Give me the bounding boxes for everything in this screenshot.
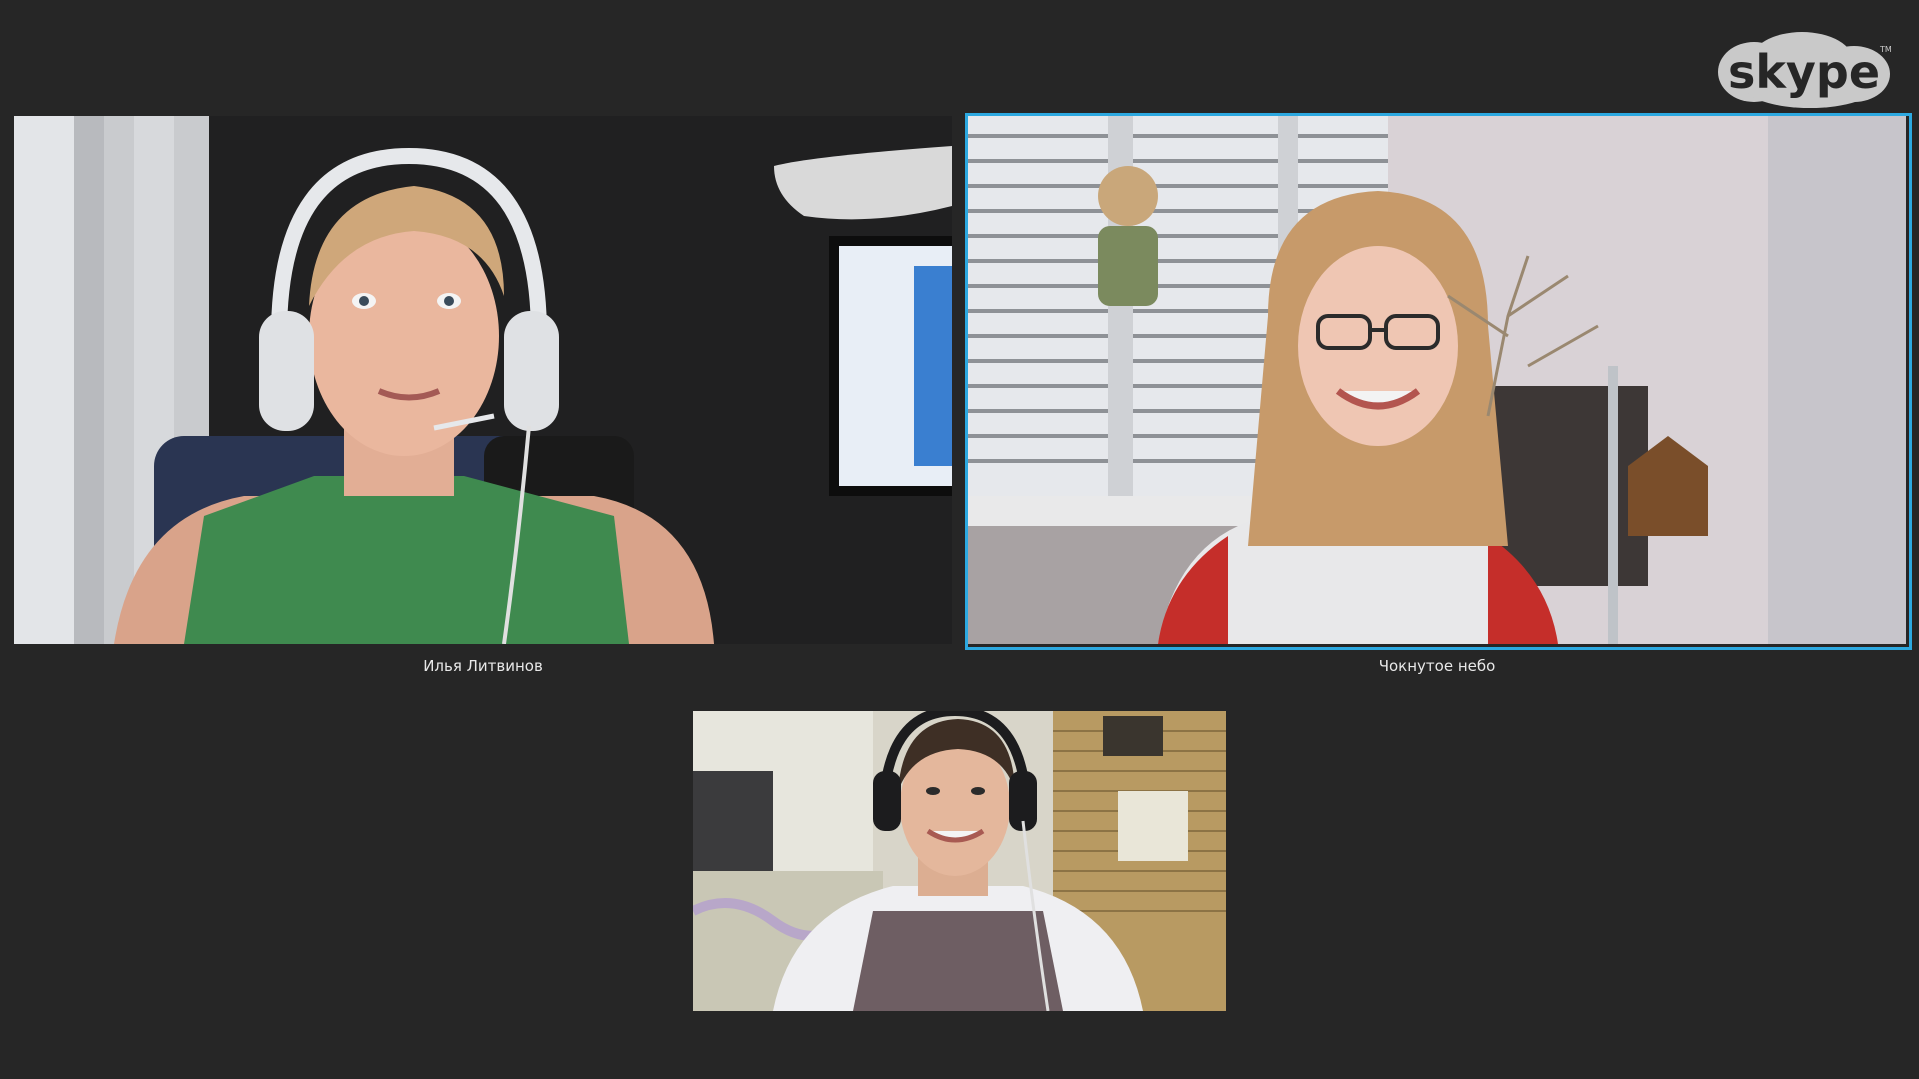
participant-name-1: Илья Литвинов [423, 657, 543, 675]
call-stage: skype TM Илья Литвинов Чокнутое небо [0, 0, 1919, 1079]
skype-logo: skype TM [1718, 32, 1892, 108]
video-tile-participant-2[interactable] [968, 116, 1906, 644]
skype-logo-tm: TM [1879, 45, 1892, 54]
video-tile-participant-1[interactable] [14, 116, 952, 644]
video-tile-self[interactable] [693, 711, 1226, 1011]
participant-name-2: Чокнутое небо [1378, 657, 1496, 675]
video-feed-2 [968, 116, 1906, 644]
video-feed-3 [693, 711, 1226, 1011]
video-feed-1 [14, 116, 952, 644]
skype-logo-text: skype [1728, 45, 1880, 99]
